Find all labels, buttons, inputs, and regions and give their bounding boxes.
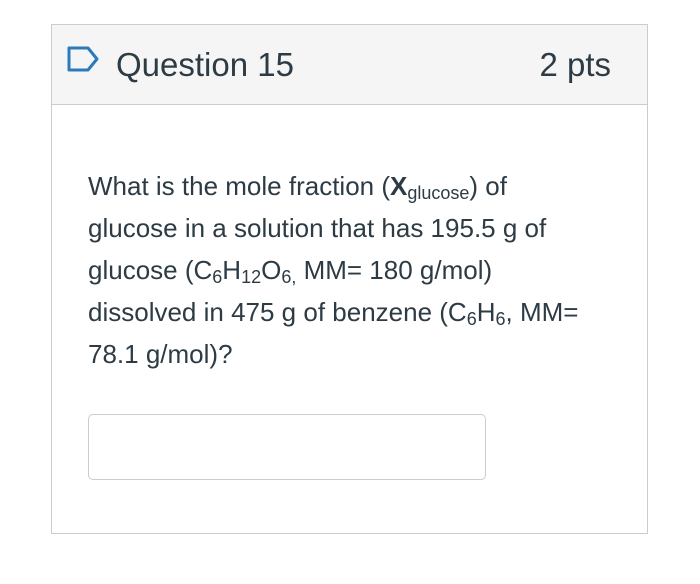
- benzene-h-symbol: H: [476, 297, 496, 327]
- question-text-part1: What is the mole fraction (: [88, 171, 390, 201]
- answer-input[interactable]: [88, 414, 486, 480]
- question-text: What is the mole fraction (Xglucose) of …: [88, 165, 598, 375]
- question-header: Question 15 2 pts: [52, 25, 647, 105]
- glucose-o-subscript: 6,: [281, 267, 297, 287]
- bookmark-flag-icon[interactable]: [66, 45, 100, 73]
- question-card: Question 15 2 pts What is the mole fract…: [51, 24, 648, 534]
- benzene-h-subscript: 6: [495, 309, 506, 329]
- glucose-o-symbol: O: [261, 255, 282, 285]
- question-points: 2 pts: [539, 46, 611, 83]
- mole-fraction-symbol: X: [390, 171, 408, 201]
- mole-fraction-subscript: glucose: [407, 183, 470, 203]
- question-title: Question 15: [116, 46, 294, 83]
- glucose-h-symbol: H: [222, 255, 242, 285]
- glucose-h-subscript: 12: [241, 267, 262, 287]
- benzene-c-subscript: 6: [466, 309, 477, 329]
- glucose-c-subscript: 6: [212, 267, 223, 287]
